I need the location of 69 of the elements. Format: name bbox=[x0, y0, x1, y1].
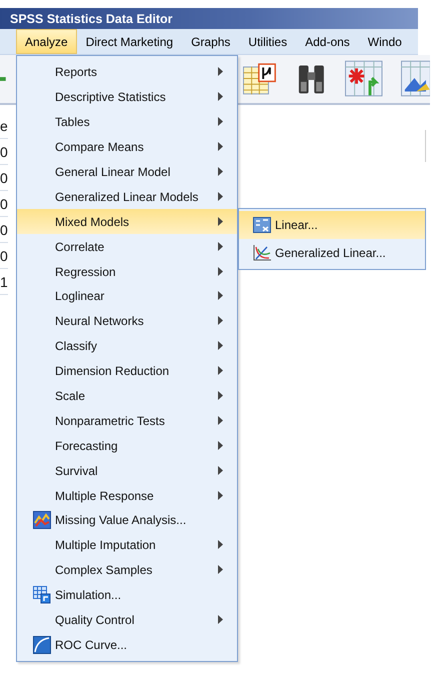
menu-item[interactable]: Forecasting bbox=[17, 433, 237, 458]
menu-item[interactable]: Missing Value Analysis... bbox=[17, 508, 237, 533]
submenu-arrow-icon bbox=[218, 565, 223, 574]
menu-bar-item[interactable]: Windo bbox=[358, 29, 411, 54]
menu-item[interactable]: Nonparametric Tests bbox=[17, 408, 237, 434]
table-cell: 0 bbox=[0, 191, 8, 217]
menu-item[interactable]: Scale bbox=[17, 384, 237, 408]
submenu-arrow-icon bbox=[218, 466, 223, 475]
submenu-arrow-icon bbox=[218, 341, 223, 350]
menu-item[interactable]: Neural Networks bbox=[17, 308, 237, 334]
menu-item[interactable]: Survival bbox=[17, 458, 237, 484]
submenu-arrow-icon bbox=[218, 391, 223, 400]
menu-item[interactable]: Mixed Models bbox=[17, 209, 237, 234]
menu-item[interactable]: ROC Curve... bbox=[17, 632, 237, 658]
table-cell: 0 bbox=[0, 165, 8, 191]
menu-item[interactable]: Generalized Linear Models bbox=[17, 184, 237, 210]
table-cell: 0 bbox=[0, 217, 8, 243]
submenu-arrow-icon bbox=[218, 316, 223, 326]
submenu-arrow-icon bbox=[218, 416, 223, 425]
menu-item[interactable]: Regression bbox=[17, 259, 237, 284]
menu-item[interactable]: Multiple Imputation bbox=[17, 532, 237, 558]
menu-item[interactable]: Reports bbox=[17, 60, 237, 85]
submenu-arrow-icon bbox=[218, 490, 223, 500]
menu-item[interactable]: Tables bbox=[17, 110, 237, 135]
submenu-arrow-icon bbox=[218, 117, 223, 126]
menu-item[interactable]: Classify bbox=[17, 334, 237, 359]
menu-item[interactable]: Linear... bbox=[239, 211, 425, 239]
menu-bar-item[interactable]: Analyze bbox=[16, 29, 77, 54]
menu-item[interactable]: Dimension Reduction bbox=[17, 358, 237, 384]
menu-item[interactable]: Compare Means bbox=[17, 134, 237, 160]
menu-item[interactable]: Simulation... bbox=[17, 582, 237, 608]
menu-bar-item[interactable]: Utilities bbox=[239, 29, 296, 54]
menu-item[interactable]: Quality Control bbox=[17, 608, 237, 632]
submenu-arrow-icon bbox=[218, 291, 223, 300]
submenu-arrow-icon bbox=[218, 192, 223, 201]
submenu-arrow-icon bbox=[218, 440, 223, 450]
line-chart-icon bbox=[253, 245, 271, 261]
menu-item[interactable]: Generalized Linear... bbox=[239, 239, 425, 267]
menu-bar-item[interactable]: Direct Marketing bbox=[76, 29, 182, 54]
submenu-arrow-icon bbox=[218, 540, 223, 550]
submenu-arrow-icon bbox=[218, 142, 223, 152]
menu-item[interactable]: Descriptive Statistics bbox=[17, 84, 237, 110]
chart-icon bbox=[33, 511, 51, 530]
table-mu-icon[interactable] bbox=[243, 62, 278, 96]
table-cell: 0 bbox=[0, 139, 8, 165]
table-chart-icon[interactable] bbox=[401, 60, 430, 98]
menu-item[interactable]: Complex Samples bbox=[17, 558, 237, 583]
submenu-arrow-icon bbox=[218, 167, 223, 176]
table-cell: 0 bbox=[0, 243, 8, 269]
table-cell: 1 bbox=[0, 269, 8, 295]
submenu-arrow-icon bbox=[218, 615, 223, 624]
table-cell: e bbox=[0, 113, 8, 139]
menu-item[interactable]: Correlate bbox=[17, 234, 237, 260]
table-star-icon[interactable] bbox=[344, 60, 384, 98]
menu-bar-item[interactable]: Graphs bbox=[182, 29, 240, 54]
submenu-arrow-icon bbox=[218, 266, 223, 276]
submenu-arrow-icon bbox=[218, 242, 223, 251]
submenu-arrow-icon bbox=[218, 67, 223, 76]
window-title: SPSS Statistics Data Editor bbox=[0, 8, 418, 29]
matrix-icon bbox=[253, 217, 271, 233]
submenu-arrow-icon bbox=[218, 366, 223, 376]
menu-item[interactable]: General Linear Model bbox=[17, 160, 237, 184]
submenu-arrow-icon bbox=[218, 92, 223, 102]
menu-bar-item[interactable]: Add-ons bbox=[296, 29, 359, 54]
grid-icon bbox=[33, 586, 51, 604]
curve-icon bbox=[33, 636, 51, 654]
submenu-arrow-icon bbox=[218, 216, 223, 226]
menu-item[interactable]: Multiple Response bbox=[17, 483, 237, 508]
menu-item[interactable]: Loglinear bbox=[17, 284, 237, 309]
